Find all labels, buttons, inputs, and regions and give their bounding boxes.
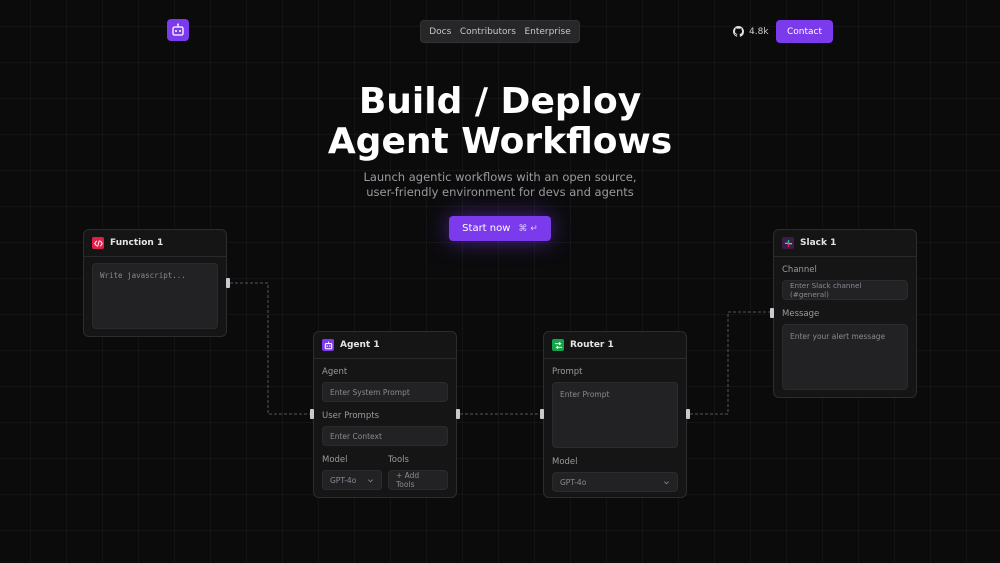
system-prompt-input[interactable]: Enter System Prompt <box>322 382 448 402</box>
agent-node-title: Agent 1 <box>340 340 380 350</box>
github-icon <box>733 26 744 37</box>
router-node[interactable]: Router 1 Prompt Enter Prompt Model GPT-4… <box>543 331 687 498</box>
nav-link-docs[interactable]: Docs <box>429 27 451 37</box>
start-now-label: Start now <box>462 223 511 234</box>
function-node[interactable]: Function 1 Write javascript... <box>83 229 227 337</box>
hero-title-line-2: Agent Workflows <box>327 121 673 162</box>
tools-label: Tools <box>388 455 409 465</box>
nav-links: Docs Contributors Enterprise <box>420 20 580 43</box>
model-select[interactable]: GPT-4o <box>322 470 382 490</box>
function-node-header: Function 1 <box>84 230 226 257</box>
contact-button[interactable]: Contact <box>776 20 833 43</box>
code-editor[interactable]: Write javascript... <box>92 263 218 329</box>
prompt-label: Prompt <box>552 367 583 377</box>
wire-router-to-slack <box>690 311 771 415</box>
agent-label: Agent <box>322 367 348 377</box>
agent-input-handle[interactable] <box>310 409 314 419</box>
router-output-handle[interactable] <box>686 409 690 419</box>
github-stars-link[interactable]: 4.8k <box>733 24 769 39</box>
slack-node-title: Slack 1 <box>800 238 837 248</box>
function-node-title: Function 1 <box>110 238 164 248</box>
channel-label: Channel <box>782 265 817 275</box>
router-prompt-input[interactable]: Enter Prompt <box>552 382 678 448</box>
user-prompts-label: User Prompts <box>322 411 379 421</box>
agent-node[interactable]: Agent 1 Agent Enter System Prompt User P… <box>313 331 457 498</box>
slack-message-input[interactable]: Enter your alert message <box>782 324 908 390</box>
router-input-handle[interactable] <box>540 409 544 419</box>
agent-output-handle[interactable] <box>456 409 460 419</box>
router-node-header: Router 1 <box>544 332 686 359</box>
start-now-button[interactable]: Start now ⌘ ↵ <box>449 216 551 241</box>
logo[interactable] <box>167 19 189 41</box>
slack-input-handle[interactable] <box>770 308 774 318</box>
router-model-value: GPT-4o <box>560 477 587 487</box>
wire-function-to-agent <box>230 282 311 415</box>
chevron-down-icon <box>664 480 669 484</box>
nav-link-enterprise[interactable]: Enterprise <box>524 27 570 37</box>
context-input[interactable]: Enter Context <box>322 426 448 446</box>
hero-title-line-1: Build / Deploy <box>358 81 642 122</box>
robot-icon <box>322 339 334 351</box>
router-model-select[interactable]: GPT-4o <box>552 472 678 492</box>
message-label: Message <box>782 309 820 319</box>
agent-node-header: Agent 1 <box>314 332 456 359</box>
hero-subtitle-line-1: Launch agentic workflows with an open so… <box>363 170 637 184</box>
github-stars-count: 4.8k <box>749 26 769 37</box>
hero-title: Build / Deploy Agent Workflows <box>250 82 750 162</box>
code-icon <box>92 237 104 249</box>
model-select-value: GPT-4o <box>330 475 357 485</box>
slack-node-header: Slack 1 <box>774 230 916 257</box>
robot-icon <box>172 23 184 36</box>
model-label: Model <box>322 455 348 465</box>
function-output-handle[interactable] <box>226 278 230 288</box>
route-icon <box>552 339 564 351</box>
nav-link-contributors[interactable]: Contributors <box>460 27 516 37</box>
chevron-down-icon <box>368 478 373 482</box>
hero-subtitle: Launch agentic workflows with an open so… <box>300 170 700 200</box>
slack-channel-input[interactable]: Enter Slack channel (#general) <box>782 280 908 300</box>
hero-subtitle-line-2: user-friendly environment for devs and a… <box>366 185 634 199</box>
add-tools-button[interactable]: + Add Tools <box>388 470 448 490</box>
keyboard-shortcut-hint: ⌘ ↵ <box>518 223 538 234</box>
router-model-label: Model <box>552 457 578 467</box>
router-node-title: Router 1 <box>570 340 614 350</box>
slack-icon <box>782 237 794 249</box>
slack-node[interactable]: Slack 1 Channel Enter Slack channel (#ge… <box>773 229 917 398</box>
